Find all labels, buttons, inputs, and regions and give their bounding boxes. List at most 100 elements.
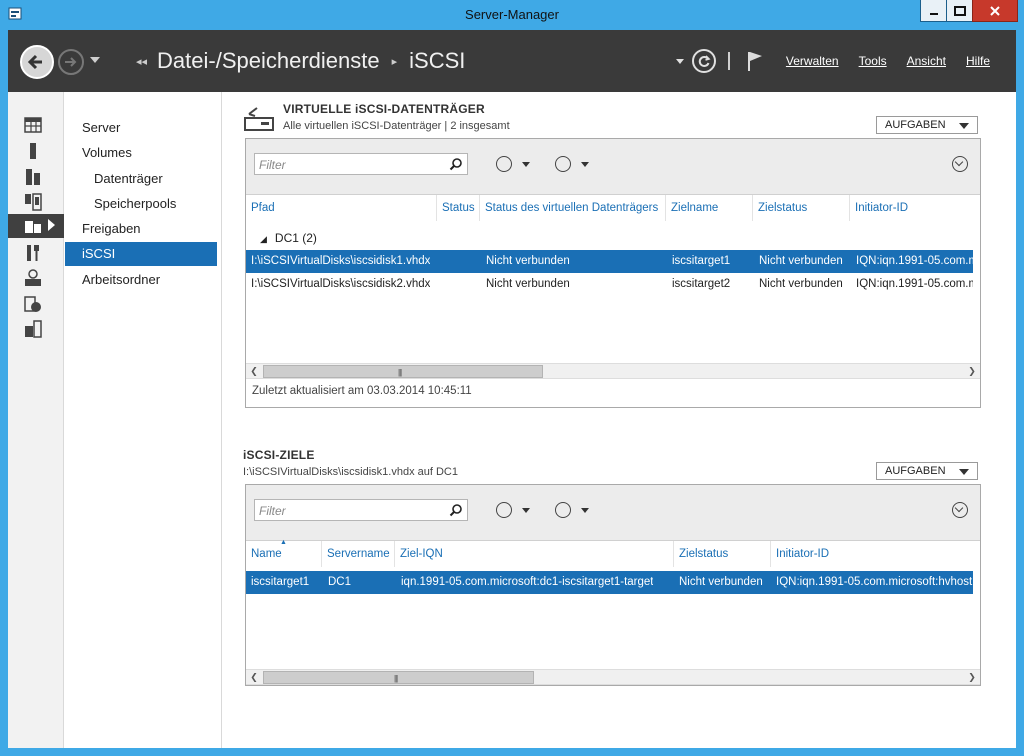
scrollbar-thumb[interactable]: ||| <box>263 365 543 378</box>
iscsi-targets-hscrollbar[interactable]: ❮ ||| ❯ <box>246 669 980 685</box>
list-view-dropdown[interactable] <box>522 508 530 513</box>
iscsi-targets-subtitle: I:\iSCSIVirtualDisks\iscsidisk1.vhdx auf… <box>243 466 458 478</box>
nav-item-volumes[interactable]: Volumes <box>65 141 217 165</box>
nav-item-iscsi[interactable]: iSCSI <box>65 242 217 266</box>
nav-item-speicherpools[interactable]: Speicherpools <box>65 192 217 216</box>
history-dropdown[interactable] <box>90 57 100 63</box>
nav-item-arbeitsordner[interactable]: Arbeitsordner <box>65 268 217 292</box>
cell-path: I:\iSCSIVirtualDisks\iscsidisk1.vhdx <box>251 255 431 267</box>
last-updated-text: Zuletzt aktualisiert am 03.03.2014 10:45… <box>252 385 472 397</box>
col-servername[interactable]: Servername <box>322 541 395 567</box>
save-query-icon[interactable] <box>555 502 571 518</box>
refresh-icon <box>698 55 711 67</box>
cell-initiator-id: IQN:iqn.1991-05.com.microsoft:hvhost <box>776 576 973 588</box>
menu-hilfe[interactable]: Hilfe <box>966 54 990 68</box>
col-initiator-id[interactable]: Initiator-ID <box>771 541 973 567</box>
cell-target-name: iscsitarget1 <box>672 255 731 267</box>
web-server-icon[interactable] <box>24 269 42 287</box>
menu-verwalten[interactable]: Verwalten <box>786 54 839 68</box>
maximize-button[interactable] <box>946 0 973 22</box>
cell-target-status: Nicht verbunden <box>759 255 843 267</box>
grip-icon: ||| <box>398 368 402 377</box>
grip-icon: ||| <box>394 674 398 683</box>
scroll-right-icon[interactable]: ❯ <box>964 364 980 379</box>
cell-servername: DC1 <box>328 576 352 588</box>
nav-item-server[interactable]: Server <box>65 116 217 140</box>
col-status-virtual-disk[interactable]: Status des virtuellen Datenträgers <box>480 195 666 221</box>
col-zielname[interactable]: Zielname <box>666 195 753 221</box>
close-button[interactable] <box>972 0 1018 22</box>
col-ziel-iqn[interactable]: Ziel-IQN <box>395 541 674 567</box>
backup-icon[interactable] <box>24 295 42 313</box>
search-icon <box>449 504 462 517</box>
col-initiator-id[interactable]: Initiator-ID <box>850 195 973 221</box>
iscsi-targets-toolbar: Filter <box>246 485 980 541</box>
icon-sidebar <box>8 92 64 748</box>
cell-target-status: Nicht verbunden <box>759 278 843 290</box>
forward-button[interactable] <box>58 49 84 75</box>
col-zielstatus[interactable]: Zielstatus <box>753 195 850 221</box>
col-zielstatus[interactable]: Zielstatus <box>674 541 771 567</box>
virtual-disks-panel: Filter Pfad Status Status des virtuellen… <box>245 138 981 408</box>
sort-ascending-icon: ▲ <box>280 539 287 546</box>
file-storage-icon[interactable] <box>24 218 42 236</box>
expand-collapse-icon[interactable] <box>952 502 968 518</box>
local-server-icon[interactable] <box>24 142 42 160</box>
expand-collapse-icon[interactable] <box>952 156 968 172</box>
minimize-button[interactable] <box>920 0 947 22</box>
chevron-down-icon <box>959 123 969 129</box>
collapse-triangle-icon: ◢ <box>260 234 267 244</box>
scrollbar-thumb[interactable]: ||| <box>263 671 534 684</box>
cell-initiator-id: IQN:iqn.1991-05.com.m <box>856 255 973 267</box>
notifications-flag-icon[interactable] <box>746 50 764 72</box>
list-view-icon[interactable] <box>496 156 512 172</box>
group-label: DC1 (2) <box>274 231 317 245</box>
nav-item-datentraeger[interactable]: Datenträger <box>65 167 217 191</box>
all-servers-icon[interactable] <box>24 168 42 186</box>
list-view-icon[interactable] <box>496 502 512 518</box>
virtual-disks-tasks-button[interactable]: AUFGABEN <box>876 116 978 134</box>
remote-access-icon[interactable] <box>24 320 42 338</box>
table-row[interactable]: iscsitarget1 DC1 iqn.1991-05.com.microso… <box>246 571 973 594</box>
cell-initiator-id: IQN:iqn.1991-05.com.m <box>856 278 973 290</box>
virtual-disks-header-row: Pfad Status Status des virtuellen Datent… <box>246 195 973 221</box>
tasks-label: AUFGABEN <box>885 119 946 131</box>
list-view-dropdown[interactable] <box>522 162 530 167</box>
scroll-right-icon[interactable]: ❯ <box>964 670 980 685</box>
save-query-dropdown[interactable] <box>581 162 589 167</box>
server-group-icon[interactable] <box>24 193 42 211</box>
tasks-label: AUFGABEN <box>885 465 946 477</box>
virtual-disks-filter-input[interactable]: Filter <box>254 153 468 175</box>
group-row-dc1[interactable]: ◢ DC1 (2) <box>260 231 317 245</box>
iscsi-targets-tasks-button[interactable]: AUFGABEN <box>876 462 978 480</box>
virtual-disks-toolbar: Filter <box>246 139 980 195</box>
cell-target-name: iscsitarget2 <box>672 278 731 290</box>
iscsi-targets-title: iSCSI-ZIELE <box>243 448 315 462</box>
content-area: Server Volumes Datenträger Speicherpools… <box>8 92 1016 748</box>
nav-item-freigaben[interactable]: Freigaben <box>65 217 217 241</box>
breadcrumb-item-file-storage[interactable]: Datei-/Speicherdienste <box>157 48 380 74</box>
tools-icon[interactable] <box>24 244 42 262</box>
chevron-down-icon <box>959 469 969 475</box>
refresh-button[interactable] <box>691 49 716 73</box>
col-status[interactable]: Status <box>437 195 480 221</box>
menu-tools[interactable]: Tools <box>859 54 887 68</box>
menu-ansicht[interactable]: Ansicht <box>907 54 946 68</box>
save-query-icon[interactable] <box>555 156 571 172</box>
arrow-left-icon <box>27 54 42 70</box>
virtual-disks-hscrollbar[interactable]: ❮ ||| ❯ <box>246 363 980 379</box>
table-row[interactable]: I:\iSCSIVirtualDisks\iscsidisk2.vhdx Nic… <box>246 273 973 296</box>
dashboard-icon[interactable] <box>24 116 42 134</box>
title-bar[interactable]: Server-Manager <box>0 0 1024 30</box>
iscsi-targets-filter-input[interactable]: Filter <box>254 499 468 521</box>
expand-arrow-icon[interactable] <box>48 219 55 231</box>
scroll-left-icon[interactable]: ❮ <box>246 364 262 379</box>
scroll-left-icon[interactable]: ❮ <box>246 670 262 685</box>
refresh-dropdown[interactable] <box>675 58 684 64</box>
back-button[interactable] <box>20 45 54 79</box>
main-pane: VIRTUELLE iSCSI-DATENTRÄGER Alle virtuel… <box>222 92 1016 748</box>
breadcrumb-item-iscsi[interactable]: iSCSI <box>409 48 465 74</box>
col-pfad[interactable]: Pfad <box>246 195 437 221</box>
table-row[interactable]: I:\iSCSIVirtualDisks\iscsidisk1.vhdx Nic… <box>246 250 973 273</box>
save-query-dropdown[interactable] <box>581 508 589 513</box>
